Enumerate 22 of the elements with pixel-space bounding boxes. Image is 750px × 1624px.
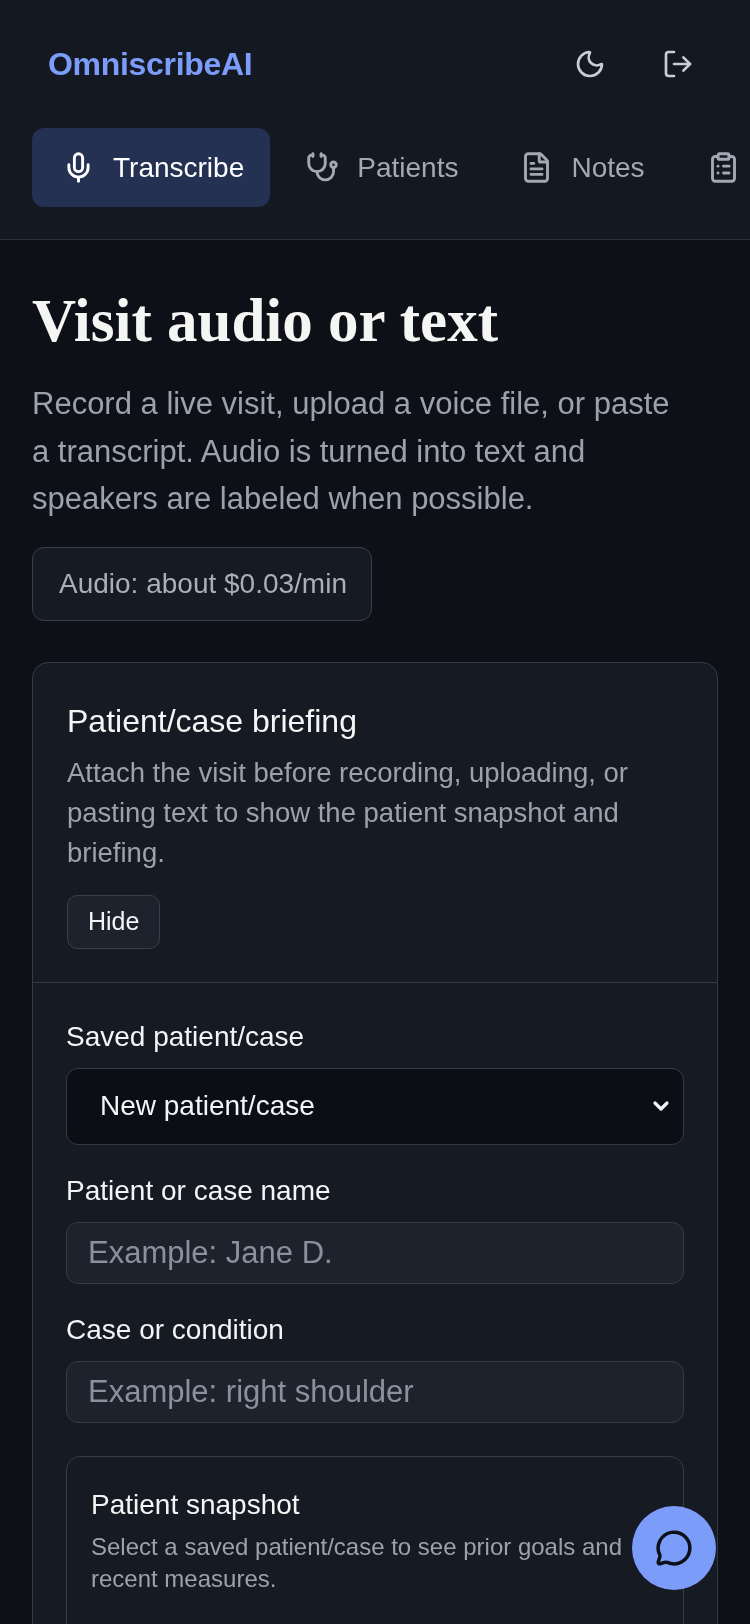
nav-tab[interactable]: Transcribe (32, 128, 271, 207)
page-description: Record a live visit, upload a voice file, or paste a transcript. Audio is turned into text and speakers are labeled when possible. (32, 385, 671, 518)
field-label: Saved patient/case (66, 1019, 306, 1054)
app-logo: OmniscribeAI (48, 45, 253, 83)
briefing-title: Patient/case briefing (67, 701, 357, 741)
logout-icon (662, 48, 694, 80)
briefing-description: Attach the visit before recording, uploading, or pasting text to show the patient snapshot and briefing. (67, 755, 630, 870)
stethoscope-icon (306, 151, 340, 184)
field-label: Case or condition (66, 1312, 285, 1347)
snapshot-description: Select a saved patient/case to see prior goals and recent measures. (91, 1531, 623, 1594)
chat-bubble-icon (655, 1529, 693, 1567)
field-label: Patient or case name (66, 1173, 332, 1208)
nav-tab[interactable]: Patients (276, 128, 485, 207)
input-field[interactable]: Example: right shoulder (66, 1360, 684, 1423)
input-field[interactable]: Example: Jane D. (66, 1221, 684, 1284)
hide-button[interactable]: Hide (67, 894, 161, 949)
snapshot-title: Patient snapshot (91, 1487, 301, 1522)
patient-select[interactable]: New patient/case (66, 1067, 684, 1145)
page-title: Visit audio or text (32, 288, 498, 354)
price-badge: Audio: about $0.03/min (32, 546, 372, 621)
moon-icon (574, 48, 606, 80)
nav-tab[interactable]: Notes (490, 128, 671, 207)
